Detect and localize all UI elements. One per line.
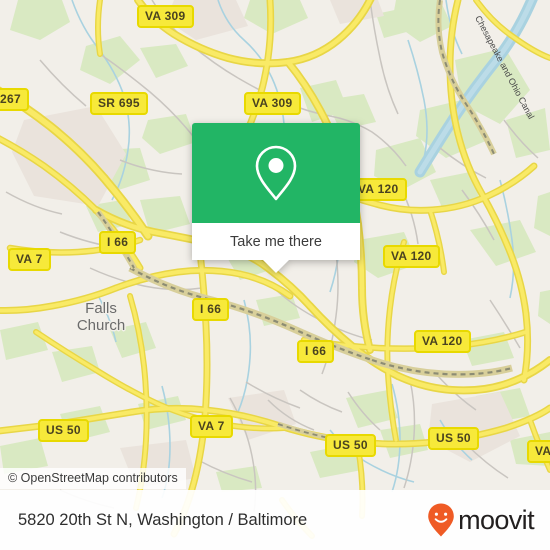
place-label-falls-church: Falls Church	[76, 300, 126, 335]
road-shield-va-120-south[interactable]: VA 120	[414, 330, 471, 353]
take-me-there-label: Take me there	[230, 233, 322, 250]
popup-header	[192, 123, 360, 223]
map-attribution[interactable]: © OpenStreetMap contributors	[0, 468, 186, 489]
road-shield-i-66-mid[interactable]: I 66	[192, 298, 230, 321]
moovit-logo[interactable]: moovit	[427, 502, 535, 538]
popup-tail	[263, 260, 289, 273]
road-shield-us-50-west[interactable]: US 50	[38, 419, 89, 442]
map-canvas[interactable]: Falls Church Chesapeake and Ohio Canal V…	[0, 0, 550, 550]
road-shield-va-309-east[interactable]: VA 309	[244, 92, 301, 115]
road-shield-us-50-east[interactable]: US 50	[428, 427, 479, 450]
map-screenshot: Falls Church Chesapeake and Ohio Canal V…	[0, 0, 550, 550]
road-shield-i-66-east[interactable]: I 66	[297, 340, 335, 363]
road-shield-va-7-west[interactable]: VA 7	[8, 248, 51, 271]
moovit-smiley-pin-icon	[428, 503, 454, 537]
road-shield-i-66-north[interactable]: I 66	[99, 231, 137, 254]
moovit-wordmark: moovit	[458, 504, 535, 535]
address-label: 5820 20th St N, Washington / Baltimore	[18, 510, 308, 529]
road-shield-va-309-north[interactable]: VA 309	[137, 5, 194, 28]
location-popup[interactable]: Take me there	[192, 123, 360, 273]
road-shield-us-50-mid[interactable]: US 50	[325, 434, 376, 457]
road-shield-sr-695[interactable]: SR 695	[90, 92, 148, 115]
road-shield-va-7-south[interactable]: VA 7	[190, 415, 233, 438]
footer-bar: 5820 20th St N, Washington / Baltimore m…	[0, 490, 550, 550]
road-shield-va-120-mid[interactable]: VA 120	[383, 245, 440, 268]
road-shield-va-edge[interactable]: VA	[527, 440, 550, 463]
map-pin-icon	[255, 145, 297, 201]
popup-action-bar[interactable]: Take me there	[192, 223, 360, 260]
road-shield-267[interactable]: 267	[0, 88, 29, 111]
